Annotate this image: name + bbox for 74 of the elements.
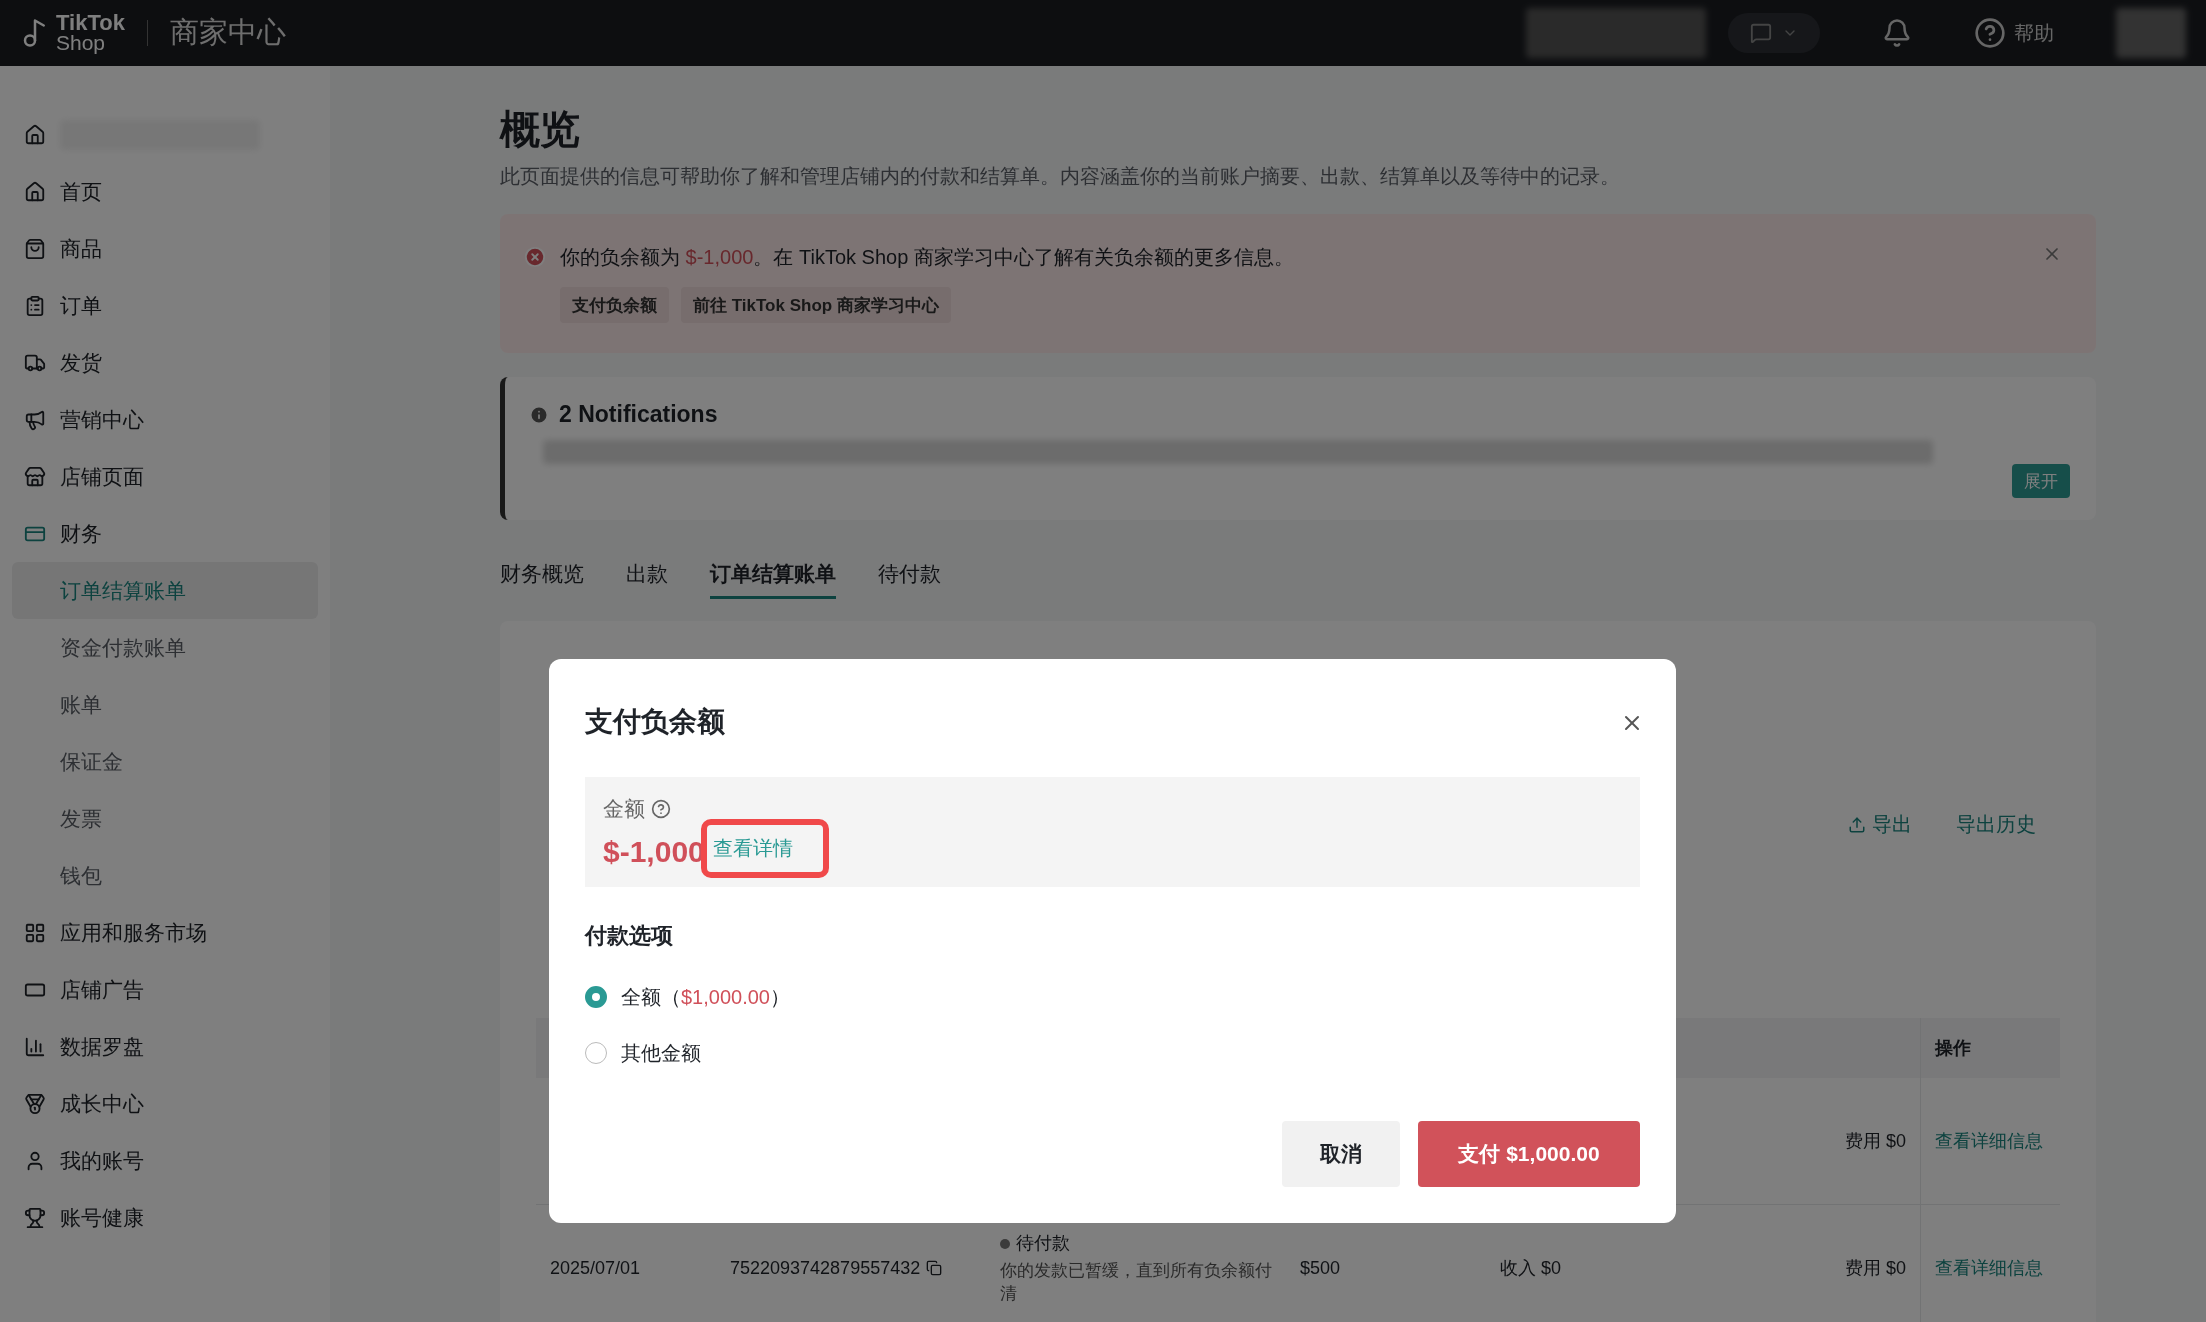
home-icon: [24, 180, 46, 203]
megaphone-icon: [24, 408, 46, 431]
alert-button[interactable]: 前往 TikTok Shop 商家学习中心: [681, 287, 951, 323]
table-header-cell: 操作: [1920, 1018, 2060, 1078]
sidebar-item[interactable]: 商品: [12, 220, 318, 277]
help-icon[interactable]: [651, 799, 671, 819]
payment-option[interactable]: 全额（$1,000.00）: [585, 969, 1640, 1025]
bell-icon: [1882, 18, 1912, 48]
home-icon: [24, 123, 46, 146]
sidebar-subitem[interactable]: 钱包: [12, 847, 318, 904]
store-icon: [24, 465, 46, 488]
amount-value: $-1,000: [603, 835, 705, 869]
radio-button[interactable]: [585, 1042, 607, 1064]
table-cell: 费用 $0: [1686, 1078, 1920, 1205]
upload-icon: [1848, 815, 1866, 834]
sidebar-item[interactable]: 营销中心: [12, 391, 318, 448]
page-title: 概览: [500, 106, 581, 153]
copy-icon[interactable]: [926, 1260, 943, 1276]
table-cell: 费用 $0: [1686, 1205, 1920, 1322]
sidebar-item[interactable]: 首页: [12, 163, 318, 220]
details-link[interactable]: 查看详细信息: [1935, 1256, 2043, 1280]
sidebar-item[interactable]: 订单: [12, 277, 318, 334]
cancel-button[interactable]: 取消: [1282, 1121, 1400, 1187]
export-history-link[interactable]: 导出历史: [1956, 811, 2036, 838]
alert-message: 你的负余额为 $-1,000。在 TikTok Shop 商家学习中心了解有关负余额的更多信息。: [560, 245, 1294, 270]
radio-button[interactable]: [585, 986, 607, 1008]
product-title: 商家中心: [169, 15, 286, 50]
tab[interactable]: 出款: [626, 560, 668, 599]
chat-icon: [1750, 22, 1772, 44]
amount-label: 金额: [603, 796, 645, 822]
notification-button[interactable]: [1882, 18, 1912, 48]
sidebar-item[interactable]: 数据罗盘: [12, 1018, 318, 1075]
sidebar-subitem[interactable]: 账单: [12, 676, 318, 733]
tab[interactable]: 待付款: [878, 560, 941, 599]
chat-button[interactable]: [1728, 13, 1820, 53]
medal-icon: [24, 1092, 46, 1115]
dialog-title: 支付负余额: [585, 705, 725, 739]
help-icon: [1974, 17, 2006, 49]
sidebar-subitem[interactable]: 发票: [12, 790, 318, 847]
info-icon: [529, 404, 549, 425]
sidebar-item[interactable]: 财务: [12, 505, 318, 562]
sidebar-item[interactable]: 成长中心: [12, 1075, 318, 1132]
sidebar-item[interactable]: 店铺广告: [12, 961, 318, 1018]
tab[interactable]: 订单结算账单: [710, 560, 836, 599]
grid-icon: [24, 921, 46, 944]
bag-icon: [24, 237, 46, 260]
bar-chart-icon: [24, 1035, 46, 1058]
sidebar-subitem[interactable]: 订单结算账单: [12, 562, 318, 619]
sidebar-item[interactable]: 账号健康: [12, 1189, 318, 1246]
sidebar-subitem[interactable]: 资金付款账单: [12, 619, 318, 676]
details-link[interactable]: 查看详细信息: [1935, 1129, 2043, 1153]
status-note: 你的发款已暂缓，直到所有负余额付清: [1000, 1260, 1272, 1305]
logo-text: TikTok: [56, 13, 125, 33]
expand-button[interactable]: 展开: [2012, 464, 2070, 498]
alert-button[interactable]: 支付负余额: [560, 287, 669, 323]
export-button[interactable]: 导出: [1848, 811, 1912, 838]
notifications-title: 2 Notifications: [559, 401, 718, 428]
sidebar-item[interactable]: 店铺页面: [12, 448, 318, 505]
clipboard-icon: [24, 294, 46, 317]
section-title: 付款选项: [585, 922, 674, 950]
error-icon: [524, 246, 546, 268]
tab[interactable]: 财务概览: [500, 560, 584, 599]
help-button[interactable]: 帮助: [1974, 17, 2054, 49]
status-label: 待付款: [1000, 1231, 1272, 1255]
sidebar-item[interactable]: 发货: [12, 334, 318, 391]
trophy-icon: [24, 1206, 46, 1229]
sidebar-item[interactable]: 我的账号: [12, 1132, 318, 1189]
payment-option[interactable]: 其他金额: [585, 1025, 1640, 1081]
sidebar-subitem[interactable]: 保证金: [12, 733, 318, 790]
view-details-link[interactable]: 查看详情: [712, 836, 793, 859]
sidebar-item[interactable]: 应用和服务市场: [12, 904, 318, 961]
logo-text: Shop: [56, 33, 107, 53]
pay-button[interactable]: 支付 $1,000.00: [1418, 1121, 1640, 1187]
page-description: 此页面提供的信息可帮助你了解和管理店铺内的付款和结算单。内容涵盖你的当前账户摘要、出款、结算单以及等待中的记录。: [500, 164, 1621, 189]
